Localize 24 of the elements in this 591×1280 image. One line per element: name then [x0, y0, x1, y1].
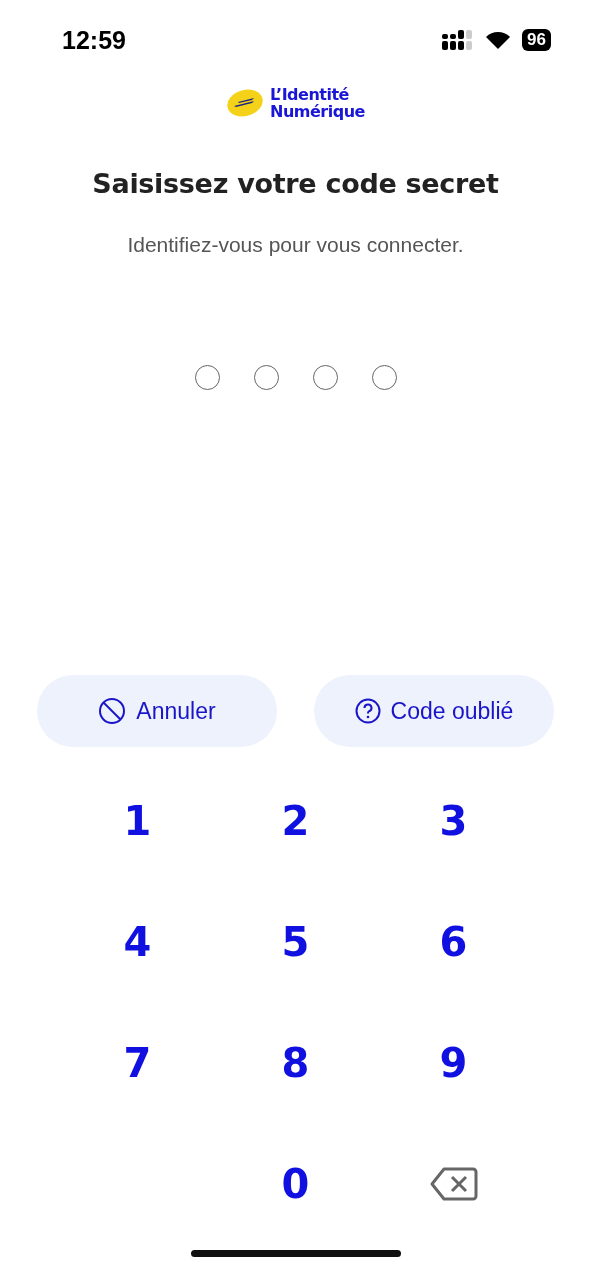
digit-key[interactable]: 2 [267, 793, 324, 848]
digit-key[interactable]: 6 [425, 914, 482, 969]
digit-key[interactable]: 0 [267, 1156, 324, 1211]
digit-key[interactable]: 7 [109, 1035, 166, 1090]
subtitle: Identifiez-vous pour vous connecter. [127, 233, 464, 257]
status-time: 12:59 [62, 25, 126, 55]
logo-text: Numérique [270, 103, 365, 120]
forgot-code-button[interactable]: Code oublié [314, 675, 554, 747]
digit-key[interactable]: 9 [425, 1035, 482, 1090]
cancel-button[interactable]: Annuler [37, 675, 277, 747]
battery-level: 96 [522, 29, 551, 51]
digit-key[interactable]: 3 [425, 793, 482, 848]
page-title: Saisissez votre code secret [92, 168, 499, 199]
backspace-icon [429, 1165, 478, 1202]
digit-key[interactable]: 1 [109, 793, 166, 848]
digit-key[interactable]: 8 [267, 1035, 324, 1090]
digit-key[interactable]: 5 [267, 914, 324, 969]
digit-key[interactable]: 4 [109, 914, 166, 969]
logo-text: L’Identité [270, 86, 350, 103]
signal-icon [442, 30, 475, 50]
question-icon [354, 698, 381, 724]
logo-icon [226, 89, 265, 117]
prohibited-icon [98, 697, 127, 725]
wifi-icon [484, 30, 513, 50]
